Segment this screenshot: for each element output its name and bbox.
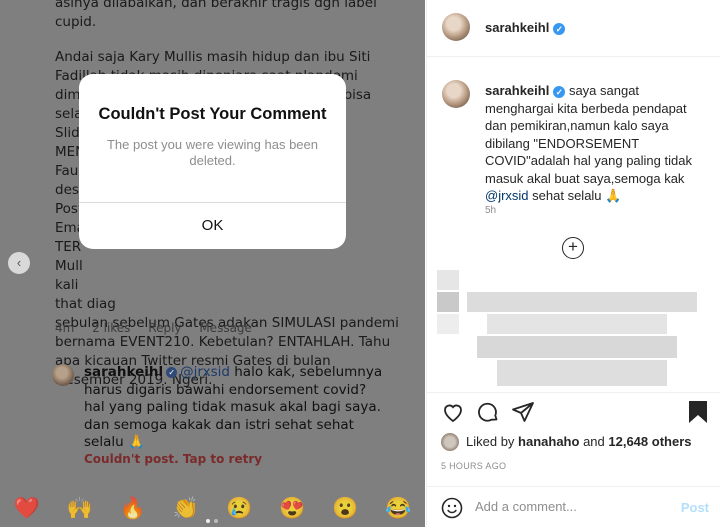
emoji-heart-eyes[interactable]: 😍 [279, 497, 305, 521]
emoji-icon[interactable] [441, 497, 463, 519]
blurred-comments [437, 270, 707, 390]
phone-screenshot: asinya dilabaikan, dan berakhir tragis d… [0, 0, 425, 527]
comment-time: 4m [55, 321, 75, 335]
post-caption: sarahkeihl ✓ saya sangat menghargai kita … [485, 82, 710, 205]
reply-mention[interactable]: @jrxsid [180, 364, 230, 380]
emoji-cry[interactable]: 😢 [226, 497, 252, 521]
comment-meta: 4m 2 likes Reply Message [55, 321, 266, 335]
reply-link[interactable]: Reply [148, 321, 181, 335]
reply-username[interactable]: sarahkeihl [84, 364, 163, 380]
posted-time: 5 HOURS AGO [441, 461, 507, 471]
emoji-fire[interactable]: 🔥 [120, 497, 146, 521]
post-panel: sarahkeihl ✓ sarahkeihl ✓ saya sangat meng… [426, 0, 720, 527]
caption-time: 5h [485, 205, 497, 216]
plus-circle-icon[interactable]: + [562, 237, 584, 259]
carousel-prev-icon[interactable]: ‹ [8, 252, 30, 274]
comment-text-top: asinya dilabaikan, dan berakhir tragis d… [55, 0, 377, 30]
verified-icon: ✓ [553, 86, 566, 98]
divider [427, 392, 720, 393]
emoji-quick-bar: ❤️ 🙌 🔥 👏 😢 😍 😮 😂 [0, 490, 425, 527]
ok-button[interactable]: OK [79, 203, 346, 249]
dialog-message: The post you were viewing has been delet… [106, 137, 318, 168]
verified-icon: ✓ [166, 367, 178, 378]
emoji-heart[interactable]: ❤️ [13, 497, 39, 521]
avatar[interactable] [442, 80, 470, 108]
emoji-laugh[interactable]: 😂 [385, 497, 411, 521]
dialog-title: Couldn't Post Your Comment [98, 105, 327, 123]
caption-username[interactable]: sarahkeihl [485, 83, 549, 98]
add-comment-bar: Post [427, 486, 720, 528]
caption-text: saya sangat menghargai kita berbeda pend… [485, 83, 692, 186]
share-icon[interactable] [511, 400, 535, 424]
error-dialog: Couldn't Post Your Comment The post you … [79, 74, 346, 249]
heart-icon[interactable] [441, 400, 465, 424]
comment-input[interactable] [475, 499, 665, 514]
avatar[interactable] [442, 13, 470, 41]
bookmark-icon[interactable] [687, 400, 709, 424]
avatar [441, 433, 459, 451]
emoji-raised-hands[interactable]: 🙌 [67, 497, 93, 521]
post-header: sarahkeihl ✓ [427, 0, 720, 57]
retry-post-link[interactable]: Couldn't post. Tap to retry [84, 452, 262, 466]
liked-by-user[interactable]: hanahaho [518, 434, 579, 449]
post-actions [441, 400, 711, 428]
comment-likes[interactable]: 2 likes [92, 321, 130, 335]
verified-icon: ✓ [553, 23, 566, 35]
caption-text-end: sehat selalu 🙏 [528, 188, 622, 203]
likes-count[interactable]: 12,648 others [608, 434, 691, 449]
caption-mention[interactable]: @jrxsid [485, 188, 529, 203]
emoji-clap[interactable]: 👏 [173, 497, 199, 521]
post-button[interactable]: Post [681, 500, 709, 515]
header-username[interactable]: sarahkeihl ✓ [485, 20, 566, 35]
pending-reply: sarahkeihl ✓ @jrxsid halo kak, sebelumnya … [84, 364, 384, 452]
avatar[interactable] [52, 364, 74, 386]
emoji-wow[interactable]: 😮 [332, 497, 358, 521]
comment-icon[interactable] [476, 400, 500, 424]
message-link[interactable]: Message [199, 321, 252, 335]
